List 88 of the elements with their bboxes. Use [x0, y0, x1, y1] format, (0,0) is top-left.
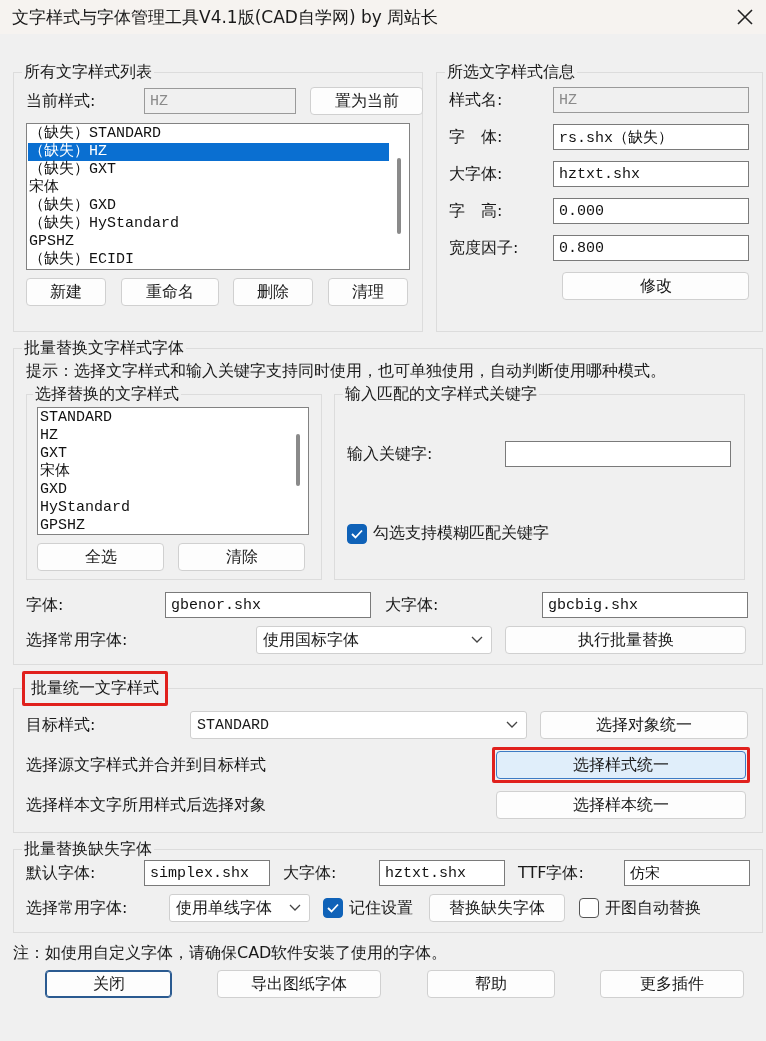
footer-button[interactable]: 帮助: [426, 970, 555, 998]
list-item[interactable]: GPSHZ: [28, 233, 389, 251]
field-label: 选择常用字体:: [26, 897, 129, 919]
style-list[interactable]: （缺失）STANDARD （缺失）HZ （缺失）GXT 宋体 （缺失）GXD （缺失）HyStandard GPSHZ （缺失）ECIDI: [26, 123, 410, 270]
list-item[interactable]: （缺失）ECIDI: [28, 251, 389, 269]
field-label: 默认字体:: [26, 862, 97, 884]
field-label: 字 高:: [449, 200, 504, 222]
window-title: 文字样式与字体管理工具V4.1版(CAD自学网) by 周站长: [12, 5, 439, 29]
field-label: TTF字体:: [518, 862, 585, 884]
group-title: 选择替换的文字样式: [34, 384, 180, 405]
checkbox[interactable]: [579, 898, 599, 918]
modify-button[interactable]: 修改: [562, 272, 749, 300]
list-item[interactable]: （缺失）HZ: [28, 143, 389, 161]
footer-button[interactable]: 关闭: [45, 970, 172, 998]
chevron-icon: [506, 721, 518, 729]
text-field[interactable]: hztxt.shx: [379, 860, 505, 886]
footer-button[interactable]: 导出图纸字体: [217, 970, 382, 998]
unify-button[interactable]: 选择样式统一: [496, 751, 746, 779]
font-dropdown[interactable]: 使用国标字体: [256, 626, 492, 654]
footer-button[interactable]: 更多插件: [600, 970, 744, 998]
text-field[interactable]: hztxt.shx: [553, 161, 749, 187]
list-item[interactable]: 宋体: [28, 179, 389, 197]
text-field[interactable]: 仿宋: [624, 860, 750, 886]
scrollbar-thumb[interactable]: [397, 158, 401, 234]
text-field[interactable]: 0.800: [553, 235, 749, 261]
style-list[interactable]: STANDARD HZ GXT 宋体 GXD HyStandard GPSHZ: [37, 407, 309, 535]
list-item[interactable]: 宋体: [39, 463, 288, 481]
list-item[interactable]: GXD: [39, 481, 288, 499]
field-label: 输入关键字:: [347, 443, 434, 465]
checkbox-label: 记住设置: [349, 897, 413, 919]
group-title: 所有文字样式列表: [23, 62, 153, 83]
text-field[interactable]: simplex.shx: [144, 860, 270, 886]
scrollbar-thumb[interactable]: [296, 434, 300, 486]
replace-missing-button[interactable]: 替换缺失字体: [429, 894, 565, 922]
chevron-icon: [289, 904, 301, 912]
group-title: 批量替换缺失字体: [23, 839, 153, 860]
field-label: 选择常用字体:: [26, 629, 129, 651]
checkbox[interactable]: [347, 523, 367, 544]
checkbox-label: 勾选支持模糊匹配关键字: [373, 523, 549, 544]
keyword-field[interactable]: [505, 441, 731, 467]
hint-text: 提示：选择文字样式和输入关键字支持同时使用，也可单独使用，自动判断使用哪种模式。: [26, 361, 667, 382]
list-item[interactable]: GPSHZ: [39, 517, 288, 534]
list-item[interactable]: （缺失）GXT: [28, 161, 389, 179]
check-icon: [351, 528, 363, 539]
field-label: 当前样式:: [26, 90, 97, 112]
field-label: 大字体:: [385, 594, 440, 616]
action-button[interactable]: 删除: [233, 278, 314, 306]
group-title: 批量替换文字样式字体: [23, 338, 185, 359]
checkbox[interactable]: [323, 898, 343, 918]
action-button[interactable]: 重命名: [120, 278, 219, 306]
group-title: 输入匹配的文字样式关键字: [344, 384, 538, 405]
execute-replace-button[interactable]: 执行批量替换: [505, 626, 746, 654]
list-item[interactable]: （缺失）GXD: [28, 197, 389, 215]
set-current-button[interactable]: 置为当前: [310, 87, 423, 115]
field-label: 目标样式:: [26, 714, 97, 736]
chevron-icon: [471, 636, 483, 644]
list-item[interactable]: （缺失）STANDARD: [28, 125, 389, 143]
unify-button[interactable]: 选择样本统一: [496, 791, 746, 819]
check-icon: [327, 903, 339, 913]
field-label: 大字体:: [283, 862, 338, 884]
text-field[interactable]: rs.shx（缺失）: [553, 124, 749, 150]
note-text: 注：如使用自定义字体，请确保CAD软件安装了使用的字体。: [13, 943, 449, 964]
list-item[interactable]: GXT: [39, 445, 288, 463]
group-title: 批量统一文字样式: [22, 671, 168, 706]
field-label: 宽度因子:: [449, 237, 520, 259]
text-field[interactable]: gbcbig.shx: [542, 592, 748, 618]
action-button[interactable]: 清除: [178, 543, 305, 571]
action-button[interactable]: 清理: [327, 278, 408, 306]
text-field[interactable]: 0.000: [553, 198, 749, 224]
close-icon[interactable]: [736, 8, 754, 26]
list-item[interactable]: HZ: [39, 427, 288, 445]
style-dropdown[interactable]: STANDARD: [190, 711, 527, 739]
font-dropdown[interactable]: 使用单线字体: [169, 894, 310, 922]
action-button[interactable]: 全选: [37, 543, 164, 571]
checkbox-label: 开图自动替换: [605, 897, 701, 919]
list-item[interactable]: STANDARD: [39, 409, 288, 427]
list-item[interactable]: （缺失）HyStandard: [28, 215, 389, 233]
action-button[interactable]: 新建: [26, 278, 106, 306]
field-label: 字 体:: [449, 126, 504, 148]
group-title: 所选文字样式信息: [446, 62, 576, 83]
text-field[interactable]: gbenor.shx: [165, 592, 371, 618]
field-label: 字体:: [26, 594, 65, 616]
field-label: 大字体:: [449, 163, 504, 185]
list-item[interactable]: HyStandard: [39, 499, 288, 517]
field-label: 选择源文字样式并合并到目标样式: [26, 754, 267, 776]
unify-button[interactable]: 选择对象统一: [540, 711, 748, 739]
field-label: 样式名:: [449, 89, 504, 111]
field-label: 选择样本文字所用样式后选择对象: [26, 794, 267, 816]
